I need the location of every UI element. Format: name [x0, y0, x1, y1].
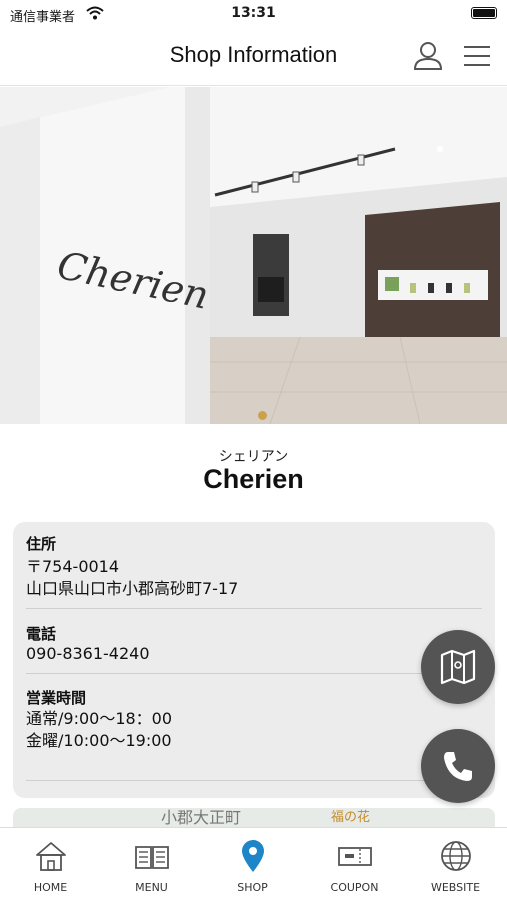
- bottom-tab-bar: HOME MENU SHOP COUPON WEBSITE: [0, 827, 507, 900]
- tab-label: MENU: [135, 881, 168, 894]
- divider: [26, 673, 482, 674]
- map-place-label: 小郡大正町: [161, 808, 242, 827]
- globe-icon: [441, 841, 471, 871]
- tab-home[interactable]: HOME: [0, 828, 101, 900]
- clock: 13:31: [231, 5, 276, 21]
- tab-label: WEBSITE: [430, 881, 481, 894]
- map-place-label: 福の花: [331, 810, 371, 825]
- tab-label: COUPON: [330, 881, 379, 894]
- tab-label: SHOP: [237, 881, 268, 894]
- phone-icon: [444, 752, 472, 781]
- phone-label: 電話: [26, 625, 57, 643]
- map-icon: [440, 649, 476, 685]
- user-icon[interactable]: [412, 40, 444, 72]
- book-icon: [135, 846, 169, 869]
- shop-photo[interactable]: Cherien: [0, 87, 507, 424]
- postal-code: 〒754-0014: [26, 557, 120, 576]
- location-pin-icon: [242, 840, 264, 872]
- phone-number[interactable]: 090-8361-4240: [26, 643, 150, 665]
- divider: [26, 780, 482, 781]
- tab-coupon[interactable]: COUPON: [304, 828, 405, 900]
- tab-menu[interactable]: MENU: [101, 828, 202, 900]
- app-header: Shop Information: [0, 28, 507, 86]
- ticket-icon: [338, 847, 372, 866]
- hours-label: 営業時間: [26, 689, 87, 707]
- tab-label: HOME: [33, 881, 68, 894]
- hours-regular: 通常/9:00〜18：00: [26, 709, 173, 728]
- hamburger-menu-icon[interactable]: [462, 42, 492, 70]
- tab-website[interactable]: WEBSITE: [405, 828, 506, 900]
- tab-shop[interactable]: SHOP: [202, 828, 303, 900]
- address-value[interactable]: 山口県山口市小郡高砂町7-17: [26, 578, 238, 600]
- divider: [26, 608, 482, 609]
- hours-friday: 金曜/10:00〜19:00: [26, 731, 172, 750]
- battery-icon: [471, 7, 497, 19]
- status-bar: 通信事業者 13:31: [0, 0, 507, 28]
- map-button[interactable]: [421, 630, 495, 704]
- home-icon: [36, 842, 66, 871]
- shop-name-kana: シェリアン: [218, 449, 289, 465]
- address-label: 住所: [26, 535, 57, 553]
- carousel-indicator[interactable]: [258, 411, 267, 420]
- call-button[interactable]: [421, 729, 495, 803]
- shop-name: Cherien: [203, 464, 304, 494]
